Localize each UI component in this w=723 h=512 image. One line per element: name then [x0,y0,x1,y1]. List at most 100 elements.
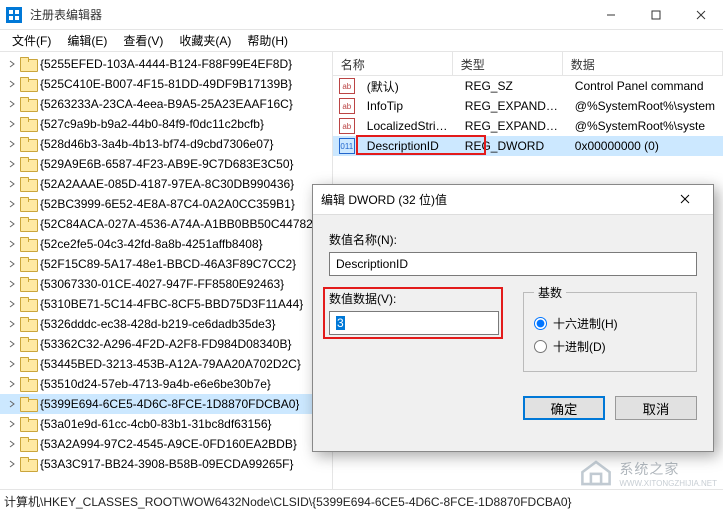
chevron-right-icon [6,240,18,248]
chevron-right-icon [6,140,18,148]
cell-type: REG_EXPAND_SZ [457,119,567,133]
string-value-icon: ab [339,118,355,134]
value-list-header: 名称 类型 数据 [333,52,723,76]
minimize-button[interactable] [588,0,633,29]
tree-item[interactable]: {5310BE71-5C14-4FBC-8CF5-BBD75D3F11A44} [0,294,332,314]
dialog-title: 编辑 DWORD (32 位)值 [321,191,447,208]
folder-icon [20,157,36,171]
value-data-input[interactable]: 3 [329,311,499,335]
chevron-right-icon [6,100,18,108]
tree-item[interactable]: {52BC3999-6E52-4E8A-87C4-0A2A0CC359B1} [0,194,332,214]
tree-item[interactable]: {5399E694-6CE5-4D6C-8FCE-1D8870FDCBA0} [0,394,332,414]
chevron-right-icon [6,160,18,168]
tree-item-label: {53A2A994-97C2-4545-A9CE-0FD160EA2BDB} [40,437,297,451]
cell-data: @%SystemRoot%\system [567,99,723,113]
tree-item[interactable]: {52ce2fe5-04c3-42fd-8a8b-4251affb8408} [0,234,332,254]
tree-item[interactable]: {525C410E-B007-4F15-81DD-49DF9B17139B} [0,74,332,94]
folder-icon [20,457,36,471]
folder-icon [20,257,36,271]
radix-hex-radio[interactable] [534,317,547,330]
tree-item-label: {52C84ACA-027A-4536-A74A-A1BB0BB50C44782… [40,217,317,231]
folder-icon [20,197,36,211]
chevron-right-icon [6,340,18,348]
folder-icon [20,357,36,371]
value-name-input[interactable] [329,252,697,276]
tree-item-label: {5263233A-23CA-4eea-B9A5-25A23EAAF16C} [40,97,293,111]
tree-item[interactable]: {52F15C89-5A17-48e1-BBCD-46A3F89C7CC2} [0,254,332,274]
chevron-right-icon [6,300,18,308]
cell-name: DescriptionID [359,139,457,153]
tree-item[interactable]: {529A9E6B-6587-4F23-AB9E-9C7D683E3C50} [0,154,332,174]
tree-item[interactable]: {52C84ACA-027A-4536-A74A-A1BB0BB50C44782… [0,214,332,234]
value-data-label: 数值数据(V): [329,290,499,307]
radix-dec-radio[interactable] [534,340,547,353]
tree-item-label: {53067330-01CE-4027-947F-FF8580E92463} [40,277,284,291]
tree-item[interactable]: {53067330-01CE-4027-947F-FF8580E92463} [0,274,332,294]
radix-legend: 基数 [534,284,566,301]
list-row[interactable]: ab(默认)REG_SZControl Panel command [333,76,723,96]
folder-icon [20,297,36,311]
dialog-close-button[interactable] [665,193,705,207]
chevron-right-icon [6,320,18,328]
col-header-type[interactable]: 类型 [453,52,563,75]
registry-tree[interactable]: {5255EFED-103A-4444-B124-F88F99E4EF8D}{5… [0,52,333,489]
menu-help[interactable]: 帮助(H) [241,30,294,51]
tree-item[interactable]: {5326dddc-ec38-428d-b219-ce6dadb35de3} [0,314,332,334]
tree-item[interactable]: {53362C32-A296-4F2D-A2F8-FD984D08340B} [0,334,332,354]
list-row[interactable]: 011 DescriptionIDREG_DWORD0x00000000 (0) [333,136,723,156]
list-row[interactable]: abInfoTipREG_EXPAND_SZ@%SystemRoot%\syst… [333,96,723,116]
folder-icon [20,177,36,191]
tree-item[interactable]: {52A2AAAE-085D-4187-97EA-8C30DB990436} [0,174,332,194]
tree-item[interactable]: {527c9a9b-b9a2-44b0-84f9-f0dc11c2bcfb} [0,114,332,134]
chevron-right-icon [6,380,18,388]
list-row[interactable]: abLocalizedStringREG_EXPAND_SZ@%SystemRo… [333,116,723,136]
dialog-title-bar[interactable]: 编辑 DWORD (32 位)值 [313,185,713,215]
tree-item[interactable]: {53a01e9d-61cc-4cb0-83b1-31bc8df63156} [0,414,332,434]
folder-icon [20,77,36,91]
tree-item-label: {527c9a9b-b9a2-44b0-84f9-f0dc11c2bcfb} [40,117,264,131]
menu-view[interactable]: 查看(V) [117,30,169,51]
cell-data: @%SystemRoot%\syste [567,119,723,133]
tree-item[interactable]: {5255EFED-103A-4444-B124-F88F99E4EF8D} [0,54,332,74]
edit-dword-dialog: 编辑 DWORD (32 位)值 数值名称(N): 数值数据(V): 3 基数 [312,184,714,452]
radix-hex-label: 十六进制(H) [553,315,618,332]
cell-type: REG_DWORD [457,139,567,153]
tree-item-label: {5310BE71-5C14-4FBC-8CF5-BBD75D3F11A44} [40,297,303,311]
tree-item[interactable]: {53445BED-3213-453B-A12A-79AA20A702D2C} [0,354,332,374]
tree-item[interactable]: {53510d24-57eb-4713-9a4b-e6e6be30b7e} [0,374,332,394]
menu-edit[interactable]: 编辑(E) [61,30,113,51]
chevron-right-icon [6,220,18,228]
value-name-label: 数值名称(N): [329,231,697,248]
ok-button[interactable]: 确定 [523,396,605,420]
window-title: 注册表编辑器 [30,6,102,23]
folder-icon [20,377,36,391]
menu-file[interactable]: 文件(F) [6,30,57,51]
tree-item[interactable]: {53A3C917-BB24-3908-B58B-09ECDA99265F} [0,454,332,474]
tree-item[interactable]: {5263233A-23CA-4eea-B9A5-25A23EAAF16C} [0,94,332,114]
close-button[interactable] [678,0,723,29]
chevron-right-icon [6,420,18,428]
cancel-button[interactable]: 取消 [615,396,697,420]
maximize-button[interactable] [633,0,678,29]
chevron-right-icon [6,460,18,468]
folder-icon [20,117,36,131]
tree-item[interactable]: {53A2A994-97C2-4545-A9CE-0FD160EA2BDB} [0,434,332,454]
cell-data: 0x00000000 (0) [567,139,723,153]
tree-item-label: {53a01e9d-61cc-4cb0-83b1-31bc8df63156} [40,417,272,431]
string-value-icon: ab [339,98,355,114]
tree-item[interactable]: {528d46b3-3a4b-4b13-bf74-d9cbd7306e07} [0,134,332,154]
binary-value-icon: 011 [339,138,355,154]
radix-group: 基数 十六进制(H) 十进制(D) [523,284,697,372]
folder-icon [20,277,36,291]
app-icon [6,7,22,23]
col-header-name[interactable]: 名称 [333,52,453,75]
folder-icon [20,237,36,251]
string-value-icon: ab [339,78,355,94]
cell-type: REG_SZ [457,79,567,93]
window-controls [588,0,723,29]
tree-item-label: {53445BED-3213-453B-A12A-79AA20A702D2C} [40,357,301,371]
radix-hex[interactable]: 十六进制(H) [534,315,686,332]
menu-favorites[interactable]: 收藏夹(A) [173,30,237,51]
radix-dec[interactable]: 十进制(D) [534,338,686,355]
col-header-data[interactable]: 数据 [563,52,723,75]
